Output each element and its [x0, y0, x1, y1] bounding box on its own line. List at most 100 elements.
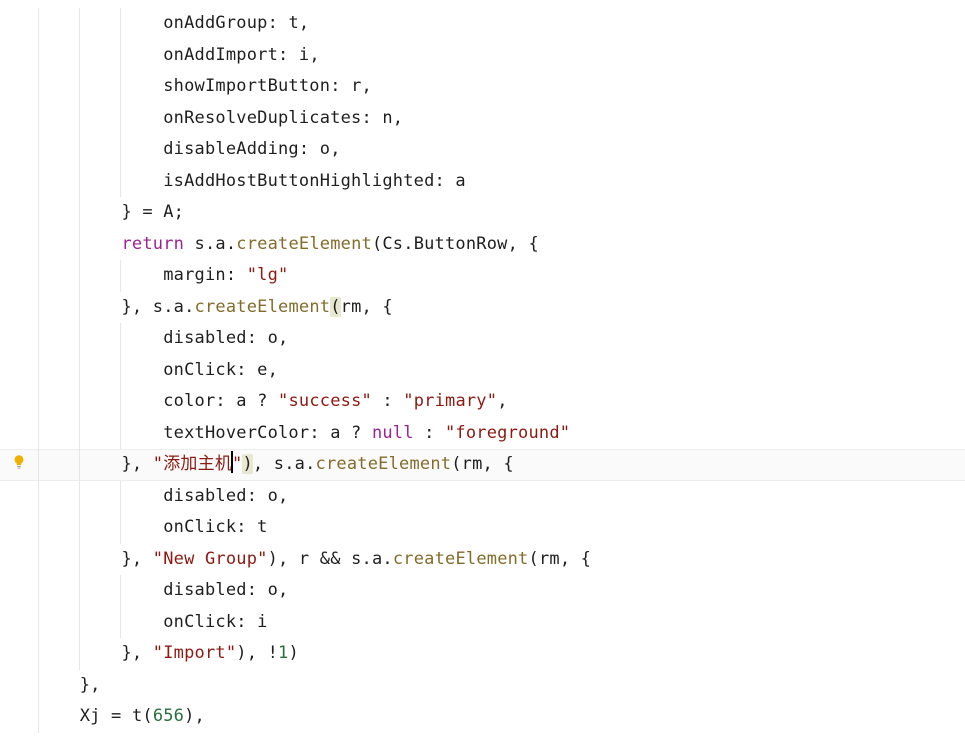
code-token: ,: [268, 360, 278, 380]
code-token: :: [435, 171, 456, 191]
code-line[interactable]: }, s.a.createElement(rm, {: [38, 292, 965, 324]
code-line[interactable]: onClick: e,: [38, 355, 965, 387]
indent-whitespace: [38, 454, 121, 474]
code-line[interactable]: textHoverColor: a ? null : "foreground": [38, 418, 965, 450]
code-token: ), !: [236, 643, 278, 663]
code-token: return: [121, 234, 184, 254]
code-line[interactable]: },: [38, 670, 965, 702]
code-token: onResolveDuplicates: [163, 108, 361, 128]
indent-whitespace: [38, 549, 121, 569]
code-token: &&: [309, 549, 351, 569]
code-token: ,: [393, 108, 403, 128]
code-token: disabled: [163, 580, 246, 600]
code-token: null: [372, 423, 414, 443]
code-editor[interactable]: onAddGroup: t, onAddImport: i, showImpor…: [0, 0, 965, 743]
code-token: =: [101, 706, 132, 726]
code-token: a: [215, 234, 225, 254]
code-token: ?: [247, 391, 278, 411]
code-token: Cs: [382, 234, 403, 254]
code-line[interactable]: onAddImport: i,: [38, 40, 965, 72]
code-line[interactable]: }, "添加主机"), s.a.createElement(rm, {: [38, 449, 965, 481]
code-line[interactable]: showImportButton: r,: [38, 71, 965, 103]
code-token: :: [236, 612, 257, 632]
code-line[interactable]: return s.a.createElement(Cs.ButtonRow, {: [38, 229, 965, 261]
code-token: :: [309, 423, 330, 443]
code-token: , {: [508, 234, 539, 254]
code-line[interactable]: onClick: t: [38, 512, 965, 544]
code-token: disabled: [163, 328, 246, 348]
code-token: createElement: [316, 454, 452, 474]
code-token: onAddImport: [163, 45, 278, 65]
code-token: s: [274, 454, 284, 474]
code-token: isAddHostButtonHighlighted: [163, 171, 434, 191]
code-token: :: [414, 423, 445, 443]
code-token: ,: [278, 328, 288, 348]
indent-whitespace: [38, 675, 80, 695]
code-token: :: [247, 486, 268, 506]
code-token: :: [330, 76, 351, 96]
code-token: ),: [184, 706, 205, 726]
code-token: t: [132, 706, 142, 726]
code-token: (: [529, 549, 539, 569]
code-token: :: [236, 360, 257, 380]
code-token: :: [372, 391, 403, 411]
code-token: r: [351, 76, 361, 96]
code-line[interactable]: onResolveDuplicates: n,: [38, 103, 965, 135]
code-token: a: [372, 549, 382, 569]
code-line[interactable]: Xj = t(656),: [38, 701, 965, 733]
code-token: :: [247, 328, 268, 348]
code-line[interactable]: }, "New Group"), r && s.a.createElement(…: [38, 544, 965, 576]
code-line[interactable]: color: a ? "success" : "primary",: [38, 386, 965, 418]
code-line[interactable]: disabled: o,: [38, 481, 965, 513]
code-token: , {: [483, 454, 514, 474]
code-token: "primary": [403, 391, 497, 411]
code-token: :: [361, 108, 382, 128]
code-line[interactable]: onAddGroup: t,: [38, 8, 965, 40]
indent-whitespace: [38, 76, 163, 96]
code-token: textHoverColor: [163, 423, 309, 443]
code-token: color: [163, 391, 215, 411]
code-line[interactable]: } = A;: [38, 197, 965, 229]
code-token: } =: [121, 202, 163, 222]
indent-whitespace: [38, 580, 163, 600]
code-token: },: [121, 454, 152, 474]
code-token: , {: [560, 549, 591, 569]
indent-whitespace: [38, 13, 163, 33]
code-token: i: [299, 45, 309, 65]
code-token: (: [372, 234, 382, 254]
code-token: margin: [163, 265, 226, 285]
code-line[interactable]: disableAdding: o,: [38, 134, 965, 166]
code-token: (: [330, 297, 340, 317]
code-line[interactable]: isAddHostButtonHighlighted: a: [38, 166, 965, 198]
code-token: ,: [299, 13, 309, 33]
code-token: a: [330, 423, 340, 443]
code-token: [184, 234, 194, 254]
indent-whitespace: [38, 139, 163, 159]
code-token: showImportButton: [163, 76, 330, 96]
code-token: t: [257, 517, 267, 537]
code-token: .: [226, 234, 236, 254]
editor-gutter: [0, 0, 38, 743]
code-token: createElement: [393, 549, 529, 569]
code-token: ): [242, 454, 252, 474]
code-line[interactable]: disabled: o,: [38, 575, 965, 607]
code-token: ,: [253, 454, 274, 474]
code-token: ,: [278, 486, 288, 506]
code-token: s: [153, 297, 163, 317]
code-token: s: [195, 234, 205, 254]
code-line[interactable]: disabled: o,: [38, 323, 965, 355]
code-token: ,: [497, 391, 507, 411]
code-token: (: [451, 454, 461, 474]
code-token: onClick: [163, 517, 236, 537]
code-token: :: [278, 45, 299, 65]
code-area[interactable]: onAddGroup: t, onAddImport: i, showImpor…: [38, 0, 965, 743]
code-line[interactable]: }, "Import"), !1): [38, 638, 965, 670]
code-line[interactable]: onClick: i: [38, 607, 965, 639]
code-token: onClick: [163, 360, 236, 380]
indent-whitespace: [38, 612, 163, 632]
code-line[interactable]: margin: "lg": [38, 260, 965, 292]
indent-whitespace: [38, 643, 121, 663]
code-token: :: [268, 13, 289, 33]
code-token: "foreground": [445, 423, 570, 443]
code-token: rm: [462, 454, 483, 474]
